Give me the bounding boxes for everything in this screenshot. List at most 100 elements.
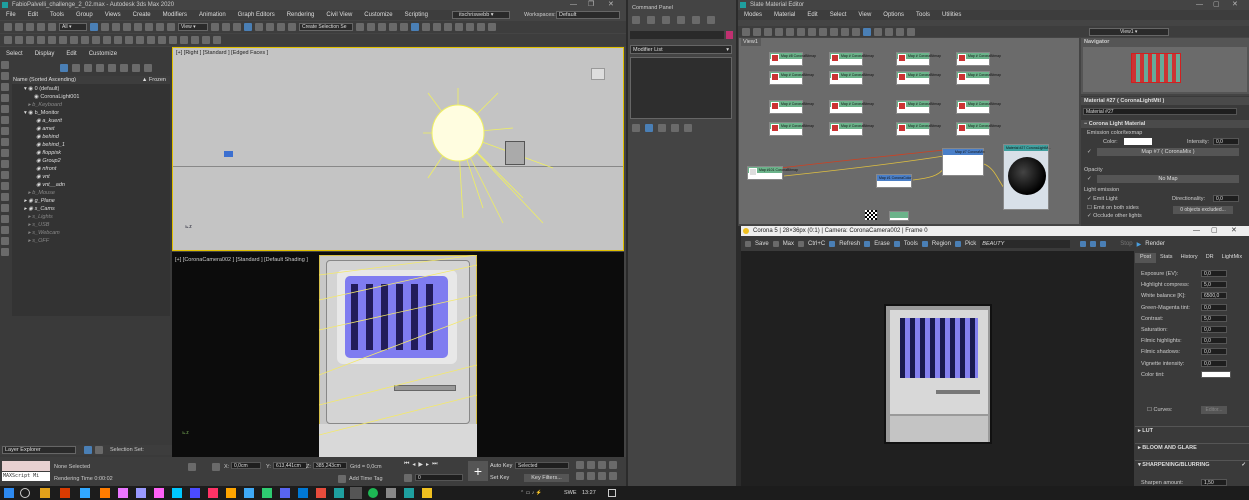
node-map101[interactable]: Map #101 CoronaBitmap: [747, 166, 798, 180]
link-tool-icon[interactable]: [59, 36, 67, 44]
pick-icon[interactable]: [954, 241, 961, 247]
notification-icon[interactable]: [608, 489, 616, 497]
taskbar-app-icon[interactable]: [100, 488, 110, 498]
reset-map-icon[interactable]: [786, 27, 794, 36]
render-play-icon[interactable]: ▶: [1137, 241, 1142, 248]
curves-editor-button[interactable]: Editor...: [1201, 406, 1227, 414]
make-unique-icon[interactable]: [658, 124, 666, 132]
key-mode-icon[interactable]: [404, 474, 412, 482]
workspaces-dropdown[interactable]: Default: [556, 11, 620, 19]
undo-icon[interactable]: [4, 23, 12, 31]
copy-icon[interactable]: [798, 241, 805, 247]
render-setup-icon[interactable]: [444, 23, 452, 31]
taskbar-app-icon[interactable]: [136, 488, 146, 498]
snaps-toggle-icon[interactable]: [244, 23, 252, 31]
directionality-field[interactable]: 0,0: [1213, 195, 1239, 202]
align-icon[interactable]: [367, 23, 375, 31]
zoom-out-icon[interactable]: [1090, 241, 1097, 247]
taskbar-app-icon[interactable]: [316, 488, 326, 498]
filter-invert-icon[interactable]: [1, 215, 9, 223]
angle-snap-icon[interactable]: [255, 23, 263, 31]
menu-group[interactable]: Group: [70, 12, 99, 18]
show-end-icon[interactable]: [852, 27, 860, 36]
mirror-icon[interactable]: [356, 23, 364, 31]
unlink-icon[interactable]: [37, 23, 45, 31]
node-material27[interactable]: Material #27 CoronaLightM...: [1003, 144, 1051, 210]
max-close-button[interactable]: ✕: [608, 0, 614, 10]
explorer-layer-icon[interactable]: [72, 64, 80, 72]
set-key-plus-button[interactable]: +: [468, 461, 488, 481]
zoom-all-icon[interactable]: [587, 461, 595, 469]
scene-tab-edit[interactable]: Edit: [60, 49, 82, 59]
layer-row[interactable]: ▸ ◉ g_Plane: [12, 197, 170, 205]
toggle-scene-explorer-icon[interactable]: [378, 23, 386, 31]
emission-map-checkbox[interactable]: ✓: [1087, 149, 1092, 155]
layer-row[interactable]: ▸ s_Lights: [12, 213, 170, 221]
xy-plane-icon[interactable]: [37, 36, 45, 44]
x-axis-icon[interactable]: [4, 36, 12, 44]
move-icon[interactable]: [134, 23, 142, 31]
vfb-erase-button[interactable]: Erase: [874, 241, 890, 247]
zoom-in-icon[interactable]: [1080, 241, 1087, 247]
menu-customize[interactable]: Customize: [358, 12, 398, 18]
explorer-highlight-icon[interactable]: [132, 64, 140, 72]
vfb-maximize-button[interactable]: ▢: [1211, 226, 1218, 236]
configure-sets-icon[interactable]: [684, 124, 692, 132]
layer-row[interactable]: ▸ s_USB: [12, 221, 170, 229]
param-field[interactable]: 0,0: [1201, 359, 1227, 367]
selection-filter-dropdown[interactable]: All ▾: [59, 23, 87, 31]
explorer-move-icon[interactable]: [120, 64, 128, 72]
taskbar-app-icon[interactable]: [298, 488, 308, 498]
viewcube[interactable]: [591, 68, 605, 80]
layer-row[interactable]: ▸ b_Keyboard: [12, 101, 170, 109]
slate-menu-edit[interactable]: Edit: [801, 12, 823, 18]
layer-row[interactable]: ▸ ◉ s_Cams: [12, 205, 170, 213]
layer-row[interactable]: ◉ floppisk: [12, 149, 170, 157]
viewport-right[interactable]: [+] [Right ] [Standard ] [Edged Faces ] …: [172, 47, 624, 251]
render-canvas[interactable]: [741, 251, 1134, 486]
node-map7[interactable]: Map #7 CoronaMix: [942, 148, 985, 176]
param-field[interactable]: [1201, 370, 1231, 378]
taskbar-app-icon[interactable]: [60, 488, 70, 498]
param-field[interactable]: 0,0: [1201, 348, 1227, 356]
opacity-map-checkbox[interactable]: ✓: [1087, 176, 1092, 182]
slate-menu-utilities[interactable]: Utilities: [936, 12, 967, 18]
param-field[interactable]: 0,0: [1201, 337, 1227, 345]
material-name-field[interactable]: Material #27: [1083, 108, 1237, 115]
sharp-param-field[interactable]: 1,50: [1201, 479, 1227, 486]
z-coord-field[interactable]: 385,243cm: [313, 462, 347, 469]
filter-helpers-icon[interactable]: [1, 105, 9, 113]
region-icon[interactable]: [921, 241, 928, 247]
menu-tools[interactable]: Tools: [44, 12, 70, 18]
layer-row[interactable]: ◉ behind: [12, 133, 170, 141]
viewport-camera[interactable]: [+] [CoronaCamera002 ] [Standard ] [Defa…: [172, 252, 624, 457]
explorer-lock-icon[interactable]: [84, 64, 92, 72]
tab-stats[interactable]: Stats: [1156, 253, 1177, 263]
curves-checkbox[interactable]: ☐ Curves:: [1147, 407, 1172, 413]
taskbar-app-icon[interactable]: [334, 488, 344, 498]
opacity-map-button[interactable]: No Map: [1097, 175, 1239, 183]
toggle-ribbon-icon[interactable]: [400, 23, 408, 31]
move-children-icon[interactable]: [819, 27, 827, 36]
vfb-max-button[interactable]: Max: [783, 241, 794, 247]
scene-tab-select[interactable]: Select: [0, 49, 29, 59]
zoom-fit-icon[interactable]: [1100, 241, 1107, 247]
tray-icons[interactable]: ⌃ ▭ ♪ ⚡: [520, 490, 542, 496]
pan-icon[interactable]: [587, 472, 595, 480]
explorer-list-icon[interactable]: [95, 446, 103, 454]
motion-tab-icon[interactable]: [677, 16, 685, 24]
filter-shapes-icon[interactable]: [1, 72, 9, 80]
modifier-stack[interactable]: [630, 57, 732, 119]
filter-groups-icon[interactable]: [1, 127, 9, 135]
reference-coord-dropdown[interactable]: View ▾: [178, 23, 208, 31]
rollout-header[interactable]: − Corona Light Material: [1081, 120, 1249, 128]
ungroup-icon[interactable]: [147, 36, 155, 44]
layer-row[interactable]: ◉ CoronaLight001: [12, 93, 170, 101]
search-icon[interactable]: [20, 488, 30, 498]
box-icon[interactable]: [191, 36, 199, 44]
menu-civil-view[interactable]: Civil View: [320, 12, 358, 18]
vfb-region-button[interactable]: Region: [932, 241, 951, 247]
filter-frozen-icon[interactable]: [1, 171, 9, 179]
intensity-field[interactable]: 0,0: [1213, 138, 1239, 145]
bind-spacewarp-icon[interactable]: [48, 23, 56, 31]
